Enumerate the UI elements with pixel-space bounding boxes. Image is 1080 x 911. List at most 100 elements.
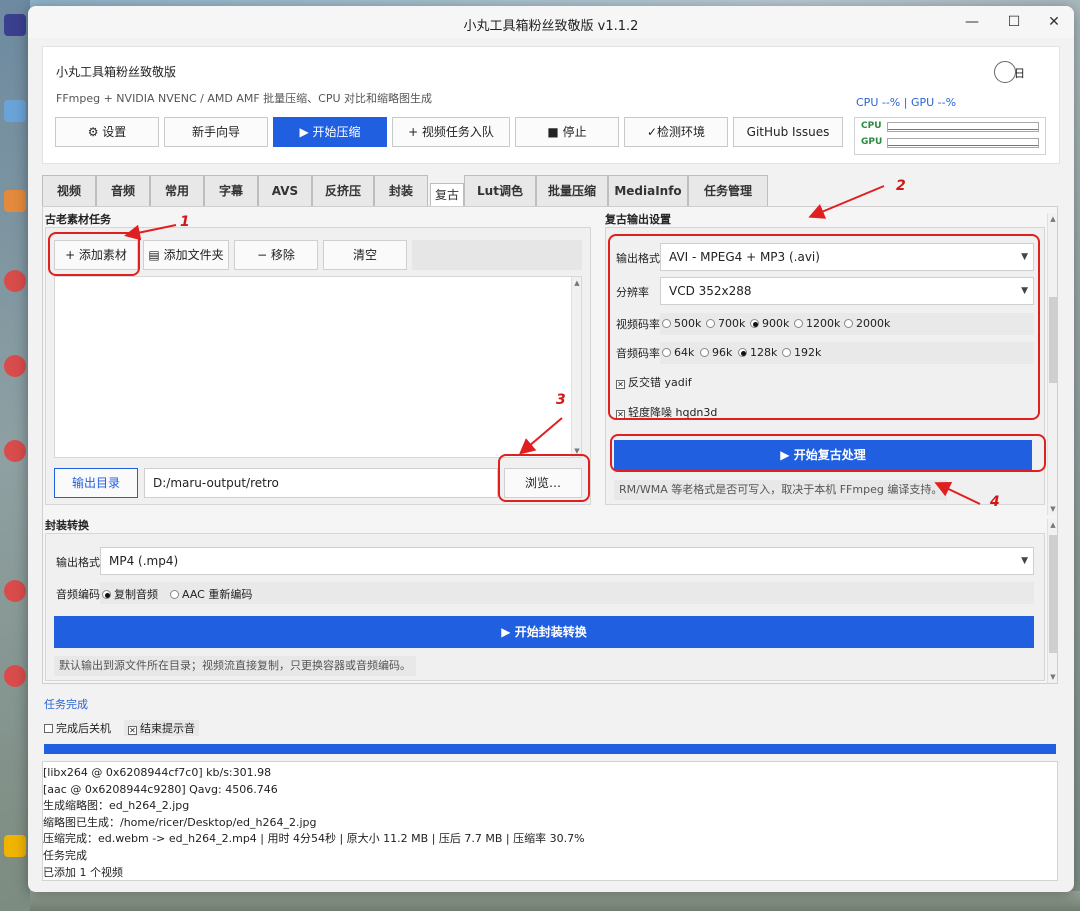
button-row-filler	[412, 240, 582, 270]
annotation-box-4	[610, 434, 1046, 472]
tab-subtitle[interactable]: 字幕	[204, 175, 258, 207]
task-status: 任务完成	[44, 698, 88, 711]
app-window: 小丸工具箱粉丝致敬版 v1.1.2 — ☐ ✕ 小丸工具箱粉丝致敬版 FFmpe…	[28, 6, 1074, 892]
clear-button[interactable]: 清空	[323, 240, 407, 270]
enqueue-button[interactable]: + 视频任务入队	[392, 117, 510, 147]
shutdown-checkbox[interactable]: 完成后关机	[44, 720, 111, 736]
scroll-up-icon[interactable]: ▲	[573, 279, 581, 287]
log-line: 压缩完成：ed.webm -> ed_h264_2.mp4 | 用时 4分54秒…	[43, 832, 585, 846]
audio-aac-option[interactable]: AAC 重新编码	[170, 586, 252, 602]
desktop-bottom	[30, 891, 1080, 911]
tab-audio[interactable]: 音频	[96, 175, 150, 207]
remux-note: 默认输出到源文件所在目录；视频流直接复制，只更换容器或音频编码。	[54, 656, 416, 676]
desktop-icon[interactable]	[4, 580, 26, 602]
log-line: 任务完成	[43, 848, 87, 862]
annotation-label-4: 4	[990, 494, 1000, 510]
start-remux-button[interactable]: ▶ 开始封装转换	[54, 616, 1034, 648]
tab-task-manager[interactable]: 任务管理	[688, 175, 768, 207]
app-subtitle: FFmpeg + NVIDIA NVENC / AMD AMF 批量压缩、CPU…	[56, 92, 433, 105]
checkbox-checked-icon: ✕	[128, 726, 137, 735]
tab-mux[interactable]: 封装	[374, 175, 428, 207]
minimize-button[interactable]: —	[960, 12, 984, 32]
remux-section-title: 封装转换	[45, 519, 89, 532]
cpu-gpu-readout: CPU --% | GPU --%	[856, 96, 957, 109]
header-card: 小丸工具箱粉丝致敬版 FFmpeg + NVIDIA NVENC / AMD A…	[42, 46, 1060, 164]
desktop-strip	[0, 0, 30, 911]
beep-checkbox[interactable]: ✕ 结束提示音	[124, 720, 199, 736]
app-name: 小丸工具箱粉丝致敬版	[56, 65, 177, 79]
tab-common[interactable]: 常用	[150, 175, 204, 207]
github-issues-button[interactable]: GitHub Issues	[733, 117, 843, 147]
tab-batch[interactable]: 批量压缩	[536, 175, 608, 207]
log-output[interactable]: [libx264 @ 0x6208944cf7c0] kb/s:301.98 […	[42, 761, 1058, 881]
remux-audio-label: 音频编码	[56, 588, 100, 601]
scroll-thumb[interactable]	[1049, 535, 1057, 653]
progress-track	[44, 744, 1056, 754]
annotation-box-3	[498, 454, 590, 502]
theme-label: 日	[1014, 67, 1025, 80]
scroll-down-icon[interactable]: ▼	[1049, 673, 1057, 681]
source-section-title: 古老素材任务	[45, 213, 111, 226]
tab-lut[interactable]: Lut调色	[464, 175, 536, 207]
settings-scrollbar[interactable]: ▲ ▼	[1047, 213, 1057, 515]
retro-note: RM/WMA 等老格式是否可写入，取决于本机 FFmpeg 编译支持。	[614, 480, 948, 500]
desktop-icon[interactable]	[4, 440, 26, 462]
gpu-meter-bar	[887, 138, 1039, 148]
settings-section-title: 复古输出设置	[605, 213, 671, 226]
annotation-label-2: 2	[896, 178, 906, 194]
tab-desqueeze[interactable]: 反挤压	[312, 175, 374, 207]
desktop-icon[interactable]	[4, 190, 26, 212]
tab-avs[interactable]: AVS	[258, 175, 312, 207]
radio-selected-icon	[102, 590, 111, 599]
tab-video[interactable]: 视频	[42, 175, 96, 207]
desktop-icon[interactable]	[4, 835, 26, 857]
source-file-list[interactable]: ▲ ▼	[54, 276, 582, 458]
annotation-label-3: 3	[556, 392, 566, 408]
remux-scrollbar[interactable]: ▲ ▼	[1047, 519, 1057, 683]
scroll-up-icon[interactable]: ▲	[1049, 521, 1057, 529]
progress-bar-fill	[44, 744, 1056, 754]
annotation-label-1: 1	[180, 214, 190, 230]
remux-format-select[interactable]: MP4 (.mp4) ▼	[100, 547, 1034, 575]
theme-toggle[interactable]	[994, 61, 1016, 83]
stop-button[interactable]: ■ 停止	[515, 117, 619, 147]
guide-button[interactable]: 新手向导	[164, 117, 268, 147]
scroll-thumb[interactable]	[1049, 297, 1057, 383]
usage-meter: CPU GPU	[854, 117, 1046, 155]
close-button[interactable]: ✕	[1042, 12, 1066, 32]
desktop-icon[interactable]	[4, 355, 26, 377]
log-line: 生成缩略图：ed_h264_2.jpg	[43, 799, 190, 813]
desktop-icon[interactable]	[4, 100, 26, 122]
cpu-meter-label: CPU	[861, 121, 882, 131]
gpu-meter-label: GPU	[861, 137, 883, 147]
radio-icon	[170, 590, 179, 599]
log-line: 已添加 1 个视频	[43, 865, 123, 879]
audio-copy-option[interactable]: 复制音频	[102, 586, 158, 602]
annotation-box-1	[48, 232, 140, 276]
title-bar[interactable]: 小丸工具箱粉丝致敬版 v1.1.2 — ☐ ✕	[28, 6, 1074, 38]
log-line: [libx264 @ 0x6208944cf7c0] kb/s:301.98	[43, 766, 272, 779]
tab-mediainfo[interactable]: MediaInfo	[608, 175, 688, 207]
list-scrollbar[interactable]: ▲ ▼	[571, 277, 581, 457]
remove-button[interactable]: − 移除	[234, 240, 318, 270]
remux-format-value: MP4 (.mp4)	[109, 554, 179, 568]
window-title: 小丸工具箱粉丝致敬版 v1.1.2	[463, 19, 639, 34]
annotation-box-2	[608, 234, 1040, 420]
desktop-icon[interactable]	[4, 14, 26, 36]
desktop-icon[interactable]	[4, 665, 26, 687]
remux-audio-group: 复制音频 AAC 重新编码	[100, 582, 1034, 604]
scroll-up-icon[interactable]: ▲	[1049, 215, 1057, 223]
check-env-button[interactable]: ✓检测环境	[624, 117, 728, 147]
output-dir-button[interactable]: 输出目录	[54, 468, 138, 498]
remux-panel: 输出格式 MP4 (.mp4) ▼ 音频编码 复制音频 AAC 重新编码 ▶ 开…	[45, 533, 1045, 681]
desktop-icon[interactable]	[4, 270, 26, 292]
checkbox-icon	[44, 724, 53, 733]
scroll-down-icon[interactable]: ▼	[1049, 505, 1057, 513]
settings-button[interactable]: ⚙ 设置	[55, 117, 159, 147]
tab-retro[interactable]: 复古	[430, 183, 464, 207]
maximize-button[interactable]: ☐	[1002, 12, 1026, 32]
output-dir-input[interactable]: D:/maru-output/retro	[144, 468, 498, 498]
start-compress-button[interactable]: ▶ 开始压缩	[273, 117, 387, 147]
remux-format-label: 输出格式	[56, 556, 100, 569]
add-folder-button[interactable]: ▤ 添加文件夹	[143, 240, 229, 270]
